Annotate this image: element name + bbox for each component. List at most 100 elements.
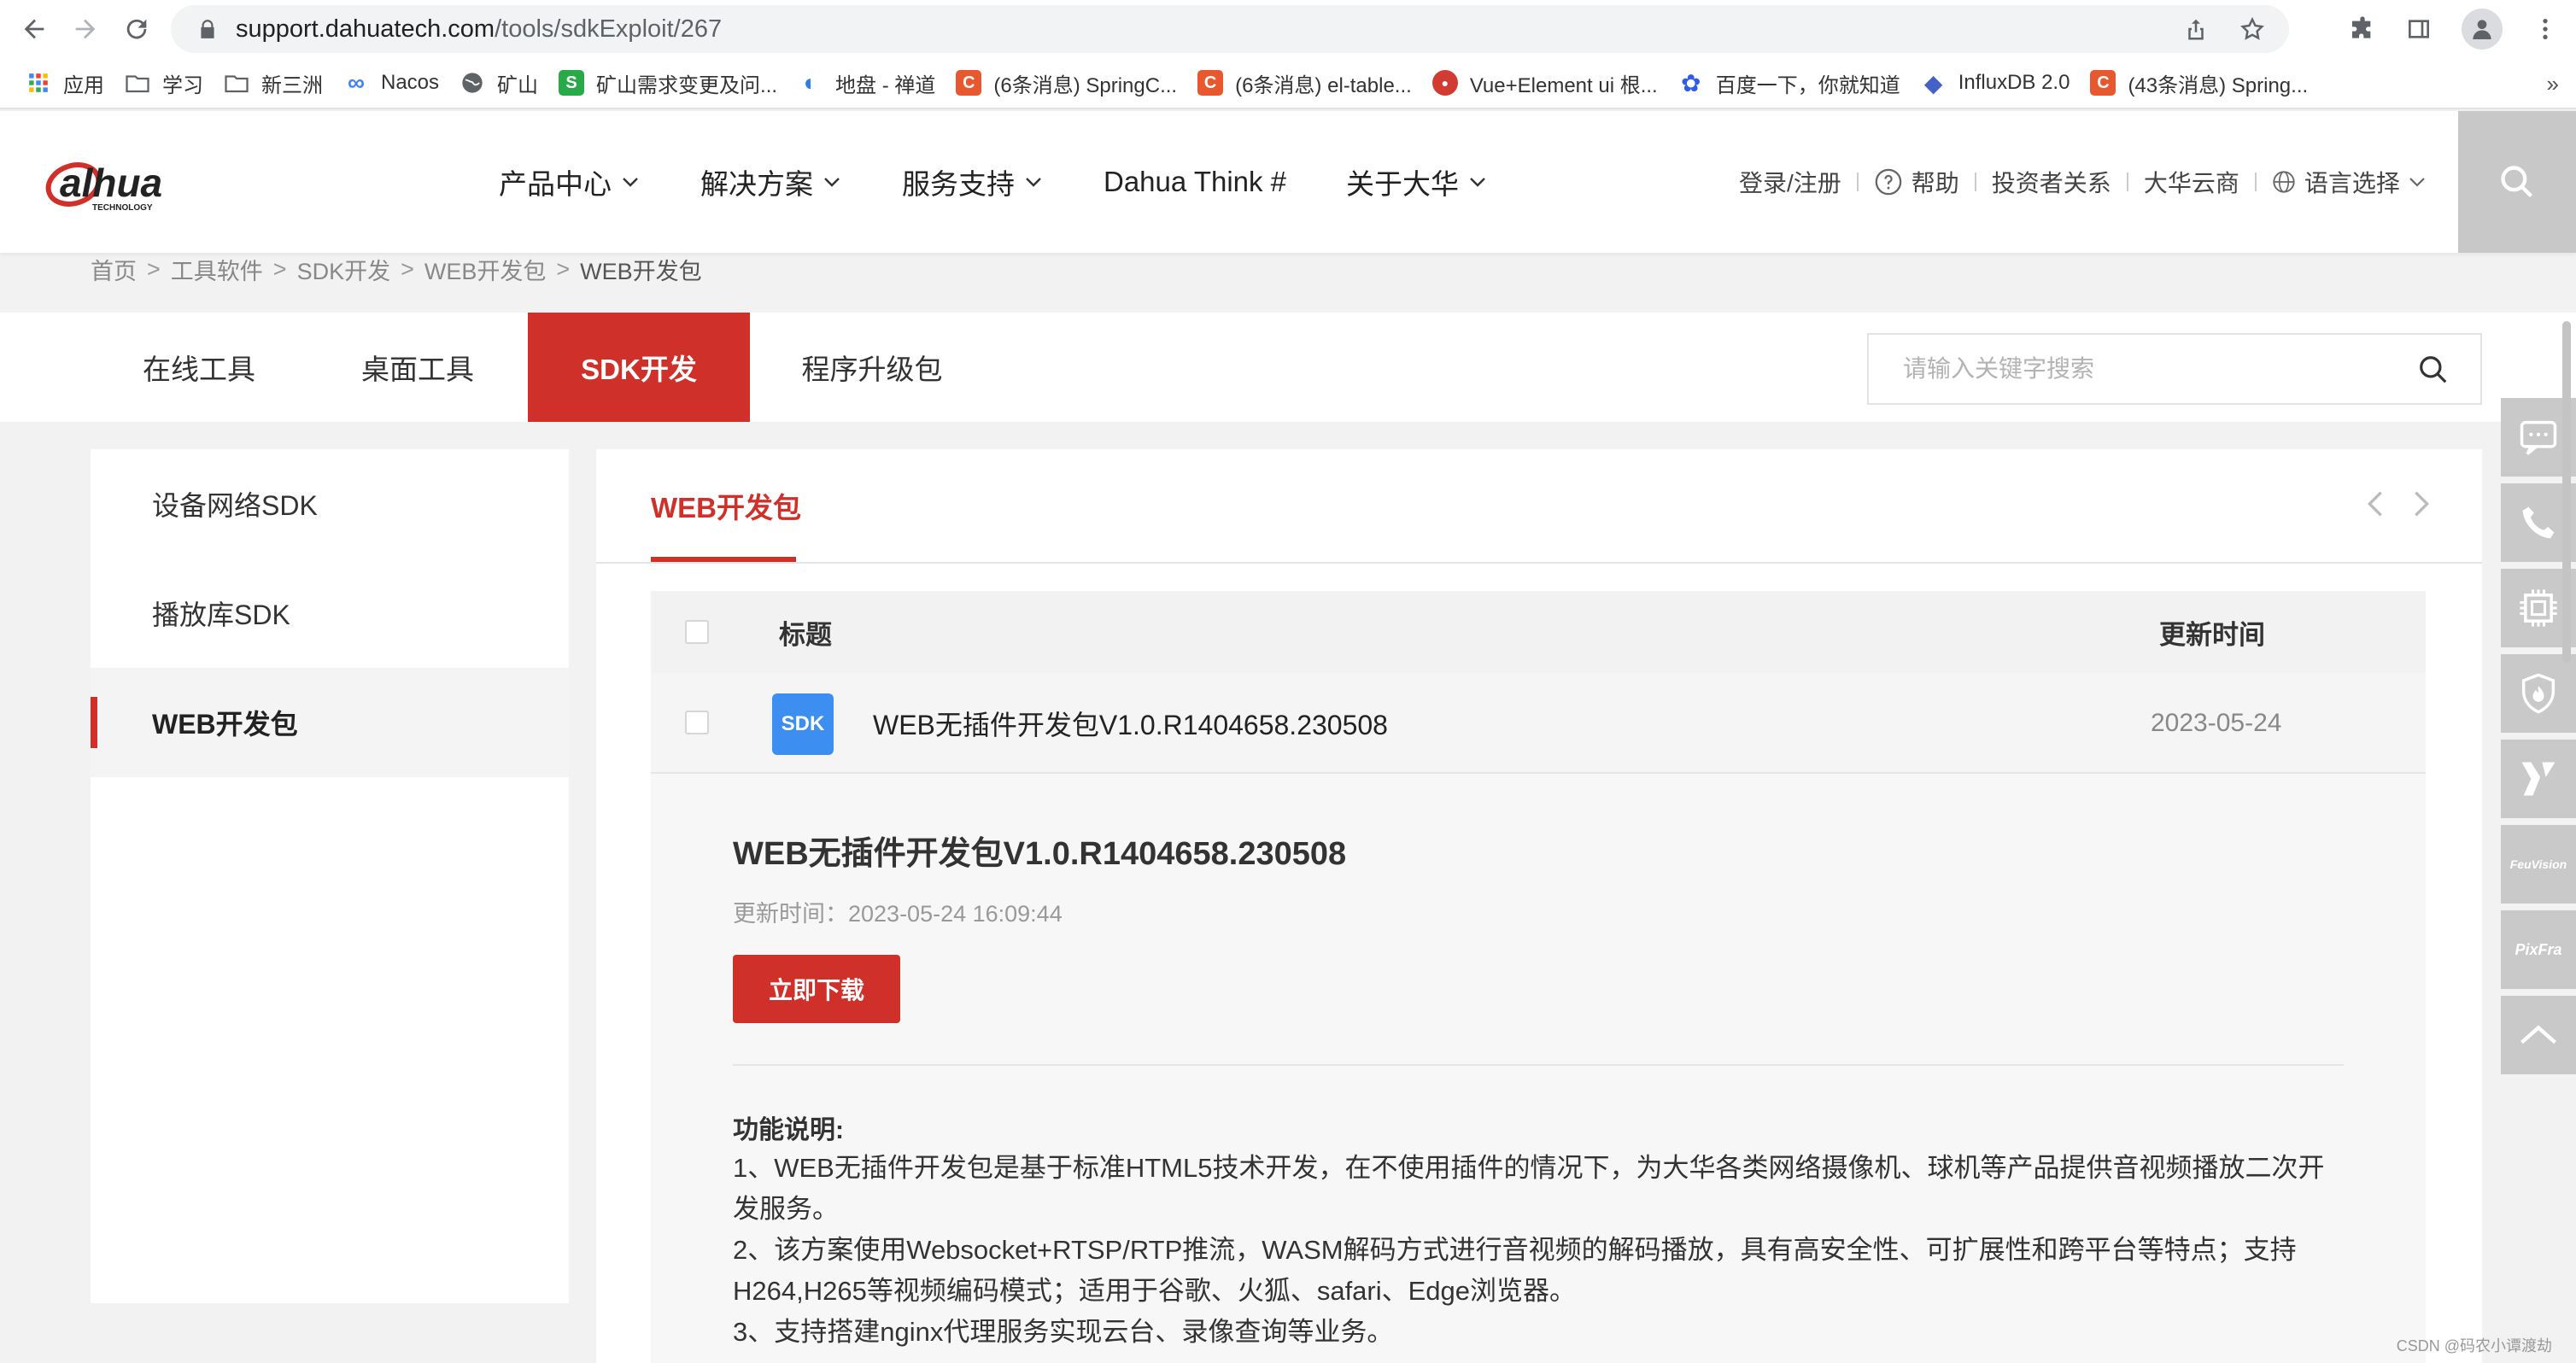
bookmark-item[interactable]: ● Vue+Element ui 根...	[1426, 61, 1671, 105]
lock-icon	[201, 20, 214, 38]
sidebar-item-player-sdk[interactable]: 播放库SDK	[91, 559, 569, 668]
header-search-button[interactable]	[2458, 111, 2576, 253]
address-bar[interactable]: support.dahuatech.com/tools/sdkExploit/2…	[171, 5, 2289, 53]
tab-desktop-tools[interactable]: 桌面工具	[328, 313, 507, 422]
table-row[interactable]: SDK WEB无插件开发包V1.0.R1404658.230508 2023-0…	[651, 673, 2426, 774]
language-select[interactable]: 语言选择	[2304, 165, 2400, 199]
bookmark-item[interactable]: ◐ 地盘 - 禅道	[791, 61, 949, 105]
tab-sdk-dev[interactable]: SDK开发	[528, 313, 750, 422]
cloud-link[interactable]: 大华云商	[2144, 165, 2239, 199]
bookmark-label: (6条消息) el-table...	[1235, 73, 1412, 97]
globe-icon	[460, 70, 485, 96]
bookmark-item[interactable]: C (6条消息) el-table...	[1191, 61, 1426, 105]
brand-icon: FeuVision	[2509, 857, 2567, 871]
pixfra-button[interactable]: PixFra	[2501, 910, 2576, 989]
chevron-right-icon[interactable]	[2409, 487, 2434, 521]
folder-icon	[224, 70, 249, 96]
bookmark-item[interactable]: 新三洲	[217, 61, 337, 105]
bookmark-item[interactable]: 应用	[19, 61, 118, 105]
row-date: 2023-05-24	[2151, 709, 2282, 737]
bookmark-label: InfluxDB 2.0	[1958, 71, 2070, 94]
extensions-icon[interactable]	[2349, 15, 2376, 43]
logo-subtext: TECHNOLOGY	[92, 203, 153, 213]
bookmark-item[interactable]: ◆ InfluxDB 2.0	[1914, 61, 2084, 105]
feuvision-button[interactable]: FeuVision	[2501, 825, 2576, 904]
page-scrollbar[interactable]	[2562, 321, 2571, 663]
side-panel-icon[interactable]	[2405, 15, 2433, 43]
nav-about[interactable]: 关于大华	[1346, 161, 1488, 202]
bookmark-label: Vue+Element ui 根...	[1469, 73, 1658, 97]
more-vert-icon[interactable]	[2532, 15, 2559, 43]
bookmark-item[interactable]: 学习	[118, 61, 217, 105]
category-tab-bar: 在线工具 桌面工具 SDK开发 程序升级包	[0, 313, 2576, 422]
breadcrumb-tools[interactable]: 工具软件	[171, 253, 263, 286]
bookmarks-bar: 应用 学习 新三洲 ∞ Nacos 矿山 S 矿山需求变更及问... ◐ 地盘 - 禅道 C (6条消…	[0, 58, 2576, 109]
sidebar-item-web-sdk[interactable]: WEB开发包	[91, 668, 569, 777]
breadcrumb-sep: >	[272, 255, 287, 282]
reload-button[interactable]	[111, 3, 162, 55]
dahua-logo[interactable]: alhua TECHNOLOGY	[44, 155, 229, 215]
profile-avatar[interactable]	[2462, 9, 2503, 50]
bookmark-item[interactable]: ∞ Nacos	[337, 61, 453, 105]
chevron-down-icon	[1470, 178, 1485, 187]
nav-support[interactable]: 服务支持	[902, 161, 1044, 202]
detail-time-label: 更新时间：	[733, 901, 848, 927]
nav-products[interactable]: 产品中心	[499, 161, 641, 202]
detail-time-value: 2023-05-24 16:09:44	[848, 901, 1063, 927]
reload-icon	[126, 19, 147, 39]
sidebar: 设备网络SDK 播放库SDK WEB开发包	[91, 449, 569, 1303]
share-icon[interactable]	[2183, 16, 2209, 42]
back-to-top-button[interactable]	[2501, 996, 2576, 1074]
breadcrumb-sep: >	[556, 255, 571, 282]
bookmark-item[interactable]: ✿ 百度一下，你就知道	[1671, 61, 1914, 105]
detail-update-time: 更新时间：2023-05-24 16:09:44	[733, 895, 1063, 928]
nav-dahua-think[interactable]: Dahua Think #	[1104, 166, 1286, 198]
browser-toolbar: support.dahuatech.com/tools/sdkExploit/2…	[0, 0, 2576, 58]
bookmark-label: 矿山需求变更及问...	[596, 73, 778, 97]
csdn-icon: C	[2090, 70, 2116, 96]
row-checkbox[interactable]	[685, 711, 709, 734]
row-detail: WEB无插件开发包V1.0.R1404658.230508 更新时间：2023-…	[651, 774, 2426, 1363]
download-now-button[interactable]: 立即下载	[733, 955, 900, 1023]
chevron-down-icon	[2409, 178, 2425, 187]
investor-link[interactable]: 投资者关系	[1992, 165, 2111, 199]
bookmark-label: Nacos	[381, 71, 440, 94]
bookmarks-overflow-button[interactable]: »	[2547, 58, 2559, 109]
tab-upgrade-packages[interactable]: 程序升级包	[782, 313, 962, 422]
row-title[interactable]: WEB无插件开发包V1.0.R1404658.230508	[873, 673, 1388, 774]
chandao-icon: ◐	[803, 69, 818, 96]
column-header-title: 标题	[779, 619, 832, 650]
chat-icon	[2520, 420, 2557, 455]
arrow-right-icon	[75, 19, 96, 39]
bookmark-item[interactable]: S 矿山需求变更及问...	[552, 61, 791, 105]
chevron-left-icon[interactable]	[2362, 487, 2388, 521]
back-button[interactable]	[9, 3, 60, 55]
forward-button[interactable]	[60, 3, 111, 55]
bookmark-item[interactable]: 矿山	[453, 61, 552, 105]
bookmark-label: (6条消息) SpringC...	[993, 73, 1178, 97]
y-brand-button[interactable]	[2501, 740, 2576, 818]
login-link[interactable]: 登录/注册	[1739, 165, 1841, 199]
breadcrumb-home[interactable]: 首页	[91, 253, 137, 286]
bookmark-item[interactable]: C (43条消息) Spring...	[2083, 61, 2321, 105]
panel-tab-web-sdk[interactable]: WEB开发包	[651, 449, 801, 562]
sidebar-item-device-network-sdk[interactable]: 设备网络SDK	[91, 449, 569, 559]
bookmark-item[interactable]: C (6条消息) SpringC...	[949, 61, 1191, 105]
star-icon[interactable]	[2239, 16, 2265, 42]
breadcrumb-sep: >	[147, 255, 161, 282]
tab-online-tools[interactable]: 在线工具	[109, 313, 289, 422]
fire-safety-button[interactable]	[2501, 654, 2576, 733]
breadcrumb-web[interactable]: WEB开发包	[424, 253, 547, 286]
search-icon[interactable]	[2417, 354, 2450, 386]
globe-icon	[2273, 171, 2295, 193]
bookmark-label: 百度一下，你就知道	[1715, 73, 1900, 97]
nav-solutions[interactable]: 解决方案	[700, 161, 842, 202]
bookmark-label: 学习	[162, 73, 203, 97]
breadcrumb-sdk[interactable]: SDK开发	[297, 253, 391, 286]
divider	[1856, 173, 1859, 191]
content-panel: WEB开发包 标题 更新时间 SDK WEB无插件开发包V1.0.R140465…	[596, 449, 2482, 1363]
back-to-top-icon	[2520, 1025, 2556, 1044]
select-all-checkbox[interactable]	[685, 620, 709, 644]
help-link[interactable]: 帮助	[1912, 165, 1959, 199]
keyword-search-input[interactable]	[1903, 355, 2381, 383]
